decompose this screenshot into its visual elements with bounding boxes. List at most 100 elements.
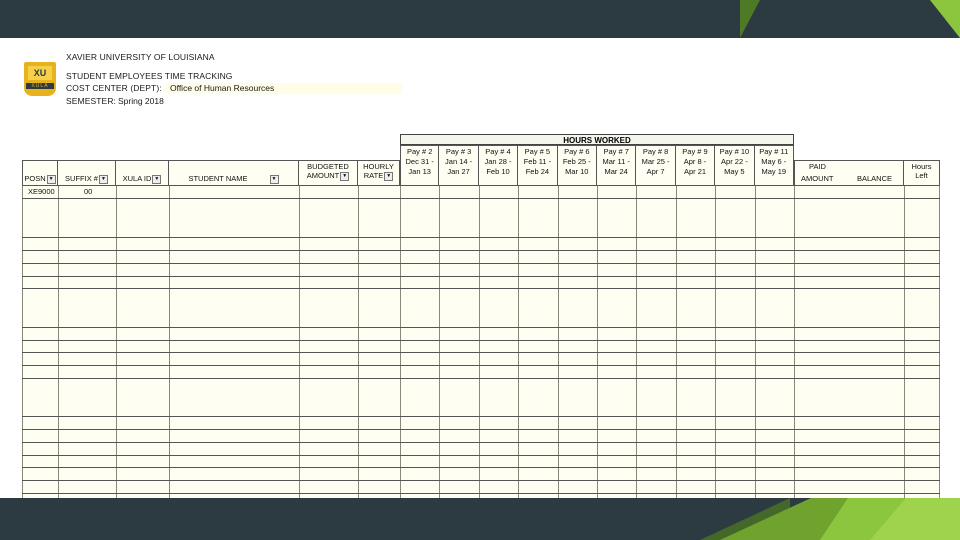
- hours-worked-header: HOURS WORKED: [400, 134, 794, 145]
- grid-column-line: [358, 186, 359, 498]
- col-student-name-label: STUDENT NAME: [188, 174, 248, 183]
- grid-row-line: [22, 467, 940, 468]
- col-hourly-line2: RATE: [363, 171, 384, 180]
- col-paid-line1: PAID: [809, 162, 826, 171]
- pay-range-start: Mar 11 -: [602, 157, 630, 166]
- grid-row-line: [22, 263, 940, 264]
- pay-range-start: Apr 8 -: [683, 157, 707, 166]
- pay-range-end: Feb 24: [525, 167, 550, 176]
- pay-number: Pay # 5: [524, 147, 551, 156]
- pay-period-col: Pay # 9 Apr 8 - Apr 21: [675, 145, 716, 186]
- pay-range-end: May 19: [761, 167, 787, 176]
- grid-row-line: [22, 250, 940, 251]
- pay-range-start: Feb 11 -: [523, 157, 552, 166]
- row1-suffix[interactable]: 00: [84, 187, 92, 196]
- top-banner: [0, 0, 960, 38]
- col-hourly-line1: HOURLY: [363, 162, 394, 171]
- col-suffix-label: SUFFIX #: [65, 174, 98, 183]
- pay-period-col: Pay # 11 May 6 - May 19: [754, 145, 794, 186]
- filter-dropdown-icon[interactable]: ▼: [152, 174, 162, 184]
- pay-range-start: Dec 31 -: [405, 157, 434, 166]
- col-posn-label: POSN: [24, 174, 46, 183]
- filter-dropdown-icon[interactable]: ▼: [46, 174, 56, 184]
- grid-column-line: [400, 186, 401, 498]
- spreadsheet: XU XULA XAVIER UNIVERSITY OF LOUISIANA S…: [0, 38, 960, 498]
- pay-number: Pay # 6: [564, 147, 590, 156]
- grid-column-line: [22, 186, 23, 498]
- col-hours-line2: Left: [915, 171, 928, 180]
- row1-posn[interactable]: XE9000: [28, 187, 55, 196]
- grid-column-line: [478, 186, 480, 498]
- xula-logo: XU XULA: [24, 62, 56, 96]
- grid-row-line: [22, 493, 940, 494]
- filter-dropdown-icon[interactable]: ▼: [269, 174, 279, 184]
- col-hours-left: Hours Left: [904, 160, 940, 186]
- pay-period-col: Pay # 2 Dec 31 - Jan 13: [400, 145, 440, 186]
- grid-column-line: [299, 186, 300, 498]
- grid-row-line: [22, 365, 940, 366]
- filter-dropdown-icon[interactable]: ▼: [340, 171, 350, 181]
- data-grid[interactable]: XE9000 00: [22, 186, 940, 498]
- grid-column-line: [439, 186, 441, 498]
- col-paid-line2: AMOUNT: [801, 174, 834, 183]
- pay-period-col: Pay # 6 Feb 25 - Mar 10: [557, 145, 597, 186]
- grid-row-line: [22, 480, 940, 481]
- top-green-shape: [740, 0, 760, 38]
- grid-row-line: [22, 198, 940, 199]
- col-posn[interactable]: POSN ▼: [22, 160, 58, 186]
- grid-column-line: [939, 186, 940, 498]
- pay-range-end: Jan 27: [447, 167, 470, 176]
- col-budgeted-line1: BUDGETED: [307, 162, 349, 171]
- grid-row-line: [22, 327, 940, 328]
- grid-row-line: [22, 378, 940, 379]
- pay-range-end: Apr 7: [646, 167, 665, 176]
- semester-label: SEMESTER:: [66, 96, 117, 106]
- grid-row-line: [22, 416, 940, 417]
- pay-range-end: Mar 10: [565, 167, 589, 176]
- grid-column-line: [557, 186, 559, 498]
- grid-row-line: [22, 276, 940, 277]
- logo-band: XULA: [26, 83, 54, 89]
- col-student-name[interactable]: STUDENT NAME ▼: [169, 160, 299, 186]
- col-xula-id-label: XULA ID: [122, 174, 152, 183]
- semester-value[interactable]: Spring 2018: [118, 96, 164, 106]
- filter-dropdown-icon[interactable]: ▼: [384, 171, 394, 181]
- pay-range-end: May 5: [724, 167, 745, 176]
- pay-range-start: Jan 28 -: [484, 157, 512, 166]
- col-xula-id[interactable]: XULA ID ▼: [116, 160, 169, 186]
- pay-range-start: May 6 -: [761, 157, 787, 166]
- pay-range-start: Jan 14 -: [445, 157, 473, 166]
- grid-row-line: [22, 455, 940, 456]
- grid-column-line: [169, 186, 170, 498]
- filter-dropdown-icon[interactable]: ▼: [98, 174, 108, 184]
- pay-number: Pay # 2: [406, 147, 433, 156]
- pay-range-start: Feb 25 -: [562, 157, 591, 166]
- pay-range-end: Apr 21: [683, 167, 707, 176]
- cost-center-value[interactable]: Office of Human Resources: [170, 83, 274, 93]
- pay-period-col: Pay # 8 Mar 25 - Apr 7: [636, 145, 676, 186]
- col-paid-balance: PAID AMOUNT BALANCE: [794, 160, 904, 186]
- pay-number: Pay # 10: [719, 147, 750, 156]
- grid-row-line: [22, 237, 940, 238]
- col-hourly-rate[interactable]: HOURLY RATE ▼: [358, 160, 400, 186]
- col-suffix[interactable]: SUFFIX # ▼: [58, 160, 116, 186]
- pay-range-start: Apr 22 -: [721, 157, 748, 166]
- pay-period-col: Pay # 5 Feb 11 - Feb 24: [518, 145, 558, 186]
- grid-column-line: [754, 186, 756, 498]
- pay-number: Pay # 11: [759, 147, 789, 156]
- pay-range-end: Mar 24: [604, 167, 628, 176]
- col-hours-line1: Hours: [911, 162, 932, 171]
- col-budgeted[interactable]: BUDGETED AMOUNT ▼: [299, 160, 358, 186]
- pay-range-end: Feb 10: [486, 167, 510, 176]
- grid-column-line: [116, 186, 117, 498]
- grid-row-line: [22, 340, 940, 341]
- grid-column-line: [518, 186, 520, 498]
- pay-range-start: Mar 25 -: [641, 157, 670, 166]
- pay-range-end: Jan 13: [408, 167, 431, 176]
- university-name: XAVIER UNIVERSITY OF LOUISIANA: [66, 52, 215, 62]
- logo-mark: XU: [28, 66, 52, 80]
- grid-row-line: [22, 429, 940, 430]
- bottom-banner: [0, 498, 960, 540]
- pay-number: Pay # 9: [682, 147, 708, 156]
- col-budgeted-line2: AMOUNT: [306, 171, 340, 180]
